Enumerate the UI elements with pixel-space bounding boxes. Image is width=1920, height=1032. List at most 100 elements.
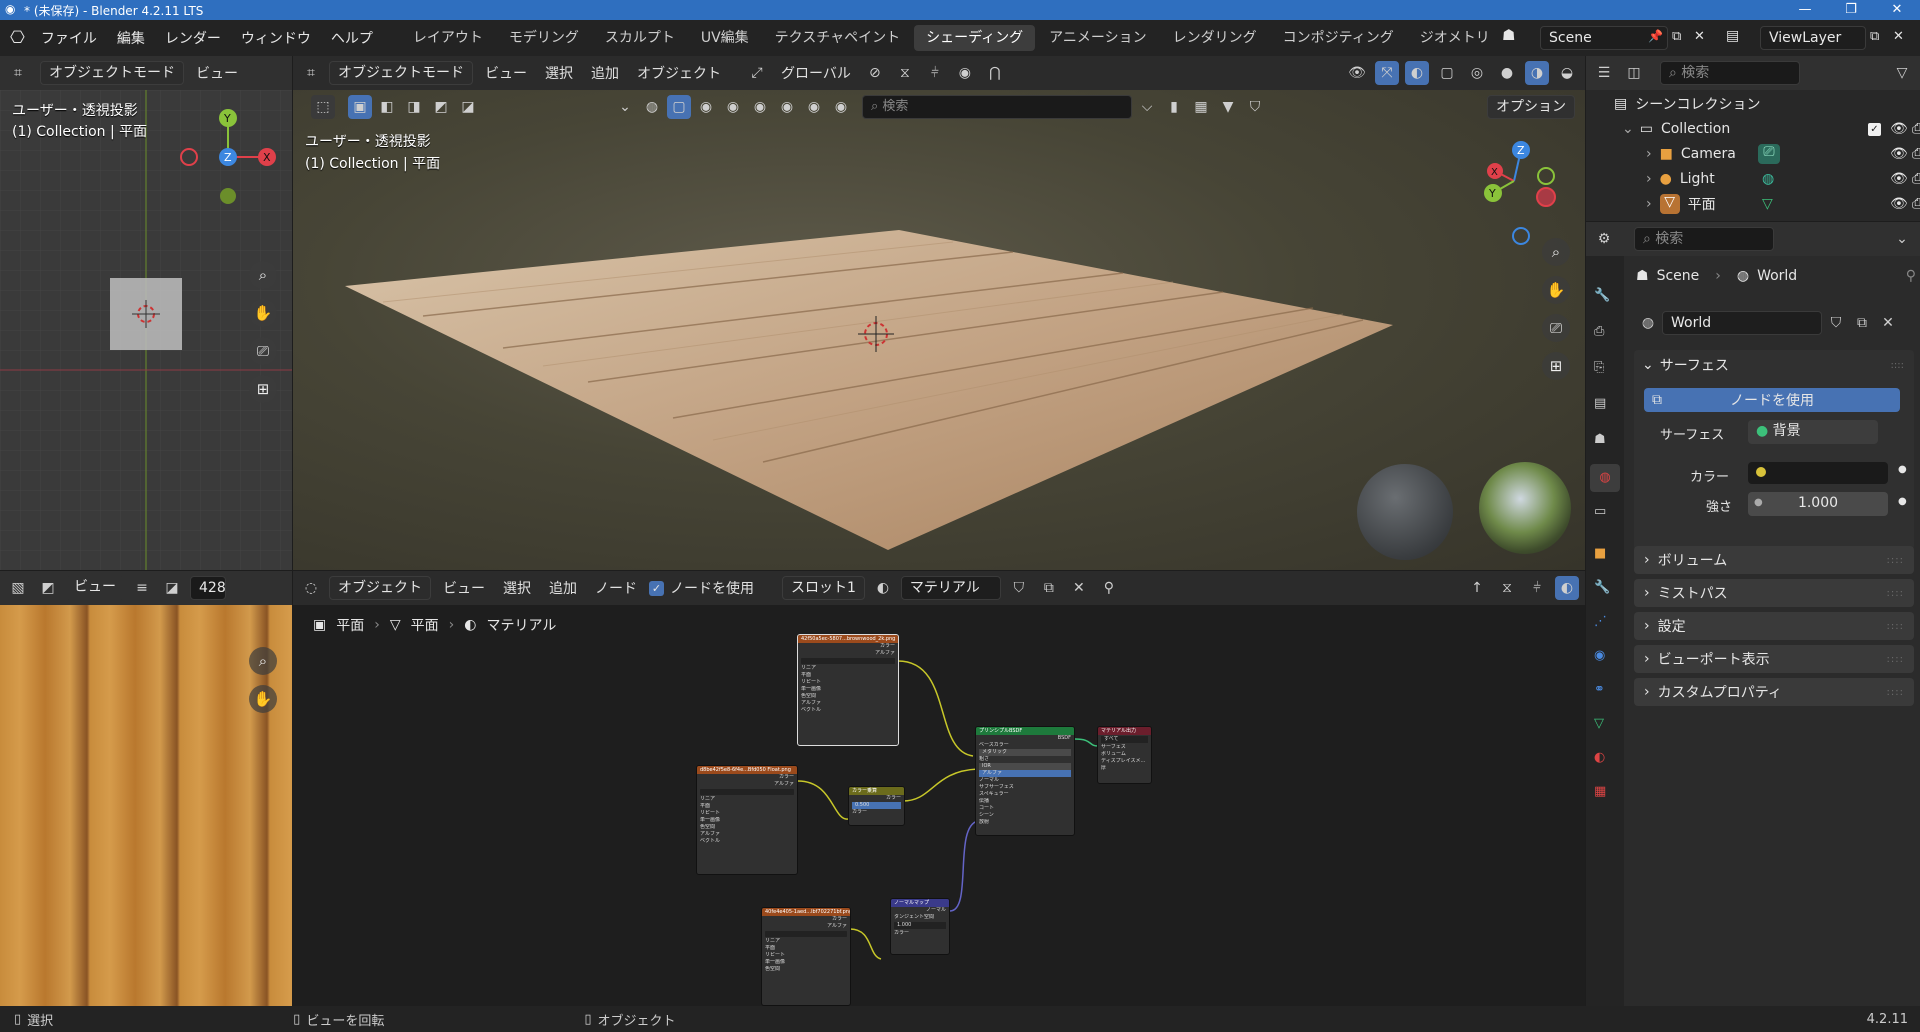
tab-shading[interactable]: シェーディング bbox=[914, 25, 1036, 51]
collection-checkbox[interactable]: ✓ bbox=[1868, 122, 1881, 136]
tab-material-icon[interactable]: ◐ bbox=[1594, 750, 1605, 765]
eye-icon[interactable]: 👁 bbox=[1890, 196, 1908, 212]
shader-node-editor[interactable]: ◌ オブジェクト ビュー 選択 追加 ノード ✓ ノードを使用 スロット1 ◐ … bbox=[293, 571, 1585, 1006]
editor-type-icon[interactable]: ⌗ bbox=[299, 61, 323, 85]
outliner-type-icon[interactable]: ☰ bbox=[1592, 61, 1616, 85]
main-ortho-toggle-icon[interactable]: ⊞ bbox=[1542, 352, 1570, 380]
tab-sculpt[interactable]: スカルプト bbox=[593, 25, 687, 51]
new-viewlayer-icon[interactable]: ⧉ bbox=[1870, 29, 1879, 44]
tab-geometry[interactable]: ジオメトリ bbox=[1408, 25, 1502, 51]
image-view-menu[interactable]: ビュー bbox=[66, 576, 124, 600]
left-3d-viewport[interactable]: ⌗ オブジェクトモード ビュー ユーザー・透視投影 (1) Collection… bbox=[0, 56, 292, 570]
material-preview-shading-icon[interactable]: ◑ bbox=[1525, 61, 1549, 85]
color-swatch[interactable] bbox=[1748, 462, 1888, 484]
gizmo-toggle-icon[interactable]: ⤧ bbox=[1375, 61, 1399, 85]
render-camera-icon[interactable]: ⎙ bbox=[1912, 196, 1920, 212]
left-view-menu[interactable]: ビュー bbox=[190, 63, 244, 83]
eye-icon[interactable]: 👁 bbox=[1890, 171, 1908, 187]
material-output-node[interactable]: マテリアル出力 すべて サーフェス ボリューム ディスプレイスメ... 厚 bbox=[1097, 726, 1152, 784]
zoom-icon[interactable]: ⌕ bbox=[249, 261, 277, 289]
main-menu-select[interactable]: 選択 bbox=[539, 63, 579, 83]
color-multiply-node[interactable]: カラー乗算 カラー 0.500 カラー bbox=[848, 786, 905, 826]
tab-render-icon[interactable]: ⎙ bbox=[1594, 324, 1604, 339]
mesh-data-icon[interactable]: ▽ bbox=[1762, 196, 1773, 212]
image-texture-node-2[interactable]: d8be42f5e8-6f4e...Bfd050 Float.png カラー ア… bbox=[696, 765, 798, 875]
image-texture-node-1[interactable]: 42f50a5ec-5807...brownwood_2k.png カラー アル… bbox=[797, 634, 899, 746]
tab-constraints-icon[interactable]: ⚭ bbox=[1594, 682, 1605, 697]
wireframe-shading-icon[interactable]: ◎ bbox=[1465, 61, 1489, 85]
xray-icon[interactable]: ▢ bbox=[1435, 61, 1459, 85]
menu-help[interactable]: ヘルプ bbox=[321, 28, 383, 48]
main-camera-view-icon[interactable]: ⎚ bbox=[1542, 314, 1570, 342]
unlink-world-icon[interactable]: ✕ bbox=[1876, 311, 1900, 335]
menu-file[interactable]: ファイル bbox=[31, 28, 107, 48]
eye-icon[interactable]: 👁 bbox=[1890, 146, 1908, 162]
keyframe-dot-icon[interactable]: ● bbox=[1898, 496, 1907, 507]
menu-render[interactable]: レンダー bbox=[155, 28, 231, 48]
tab-collection-icon[interactable]: ▭ bbox=[1594, 504, 1606, 519]
outliner-search-input[interactable]: ⌕ 検索 bbox=[1660, 61, 1800, 85]
maximize-button[interactable]: ❐ bbox=[1828, 0, 1874, 20]
pin-icon[interactable]: 📌 bbox=[1648, 29, 1663, 43]
outliner-item-light[interactable]: › ● Light ◍ 👁 ⎙ bbox=[1646, 167, 1920, 191]
image-browse-icon[interactable]: ◪ bbox=[160, 576, 184, 600]
properties-search-input[interactable]: ⌕ 検索 bbox=[1634, 227, 1774, 251]
image-pan-icon[interactable]: ✋ bbox=[249, 685, 277, 713]
main-mode-dropdown[interactable]: オブジェクトモード bbox=[329, 61, 473, 85]
chevron-down-icon[interactable]: ⌄ bbox=[1890, 227, 1914, 251]
world-name-field[interactable]: World bbox=[1662, 311, 1822, 335]
left-mode-dropdown[interactable]: オブジェクトモード bbox=[40, 61, 184, 85]
tab-modeling[interactable]: モデリング bbox=[497, 25, 591, 51]
panel-settings[interactable]: › 設定:::: bbox=[1634, 612, 1914, 640]
blender-menu-icon[interactable]: ⎔ bbox=[10, 28, 25, 48]
pivot-icon[interactable]: ⊘ bbox=[863, 61, 887, 85]
tab-data-icon[interactable]: ▽ bbox=[1594, 716, 1604, 731]
use-nodes-button[interactable]: ⧉ ノードを使用 bbox=[1644, 388, 1900, 412]
snap-icon[interactable]: ⧖ bbox=[893, 61, 917, 85]
camera-data-icon[interactable]: ⎚ bbox=[1758, 144, 1780, 164]
falloff-icon[interactable]: ⋂ bbox=[983, 61, 1007, 85]
remove-viewlayer-icon[interactable]: ✕ bbox=[1893, 29, 1904, 44]
surface-shader-field[interactable]: ● 背景 bbox=[1748, 420, 1878, 444]
panel-viewport-display[interactable]: › ビューポート表示:::: bbox=[1634, 645, 1914, 673]
menu-window[interactable]: ウィンドウ bbox=[231, 28, 321, 48]
main-menu-view[interactable]: ビュー bbox=[479, 63, 533, 83]
light-data-icon[interactable]: ◍ bbox=[1762, 171, 1774, 187]
normal-map-node[interactable]: ノーマルマップ ノーマル タンジェント空間 1.000 カラー bbox=[890, 898, 950, 955]
scene-collection-row[interactable]: ▤ シーンコレクション bbox=[1614, 92, 1761, 116]
image-editor[interactable]: ▧ ◩ ビュー ≡ ◪ 428( ⌕ ✋ bbox=[0, 571, 292, 1006]
minimize-button[interactable]: — bbox=[1782, 0, 1828, 20]
strength-field[interactable]: ● 1.000 bbox=[1748, 492, 1888, 516]
image-editor-type-icon[interactable]: ▧ bbox=[6, 576, 30, 600]
snap-target-icon[interactable]: ⫩ bbox=[923, 61, 947, 85]
tab-view-layer-icon[interactable]: ▤ bbox=[1594, 396, 1606, 411]
close-window-button[interactable]: ✕ bbox=[1874, 0, 1920, 20]
overlay-toggle-icon[interactable]: ◐ bbox=[1405, 61, 1429, 85]
left-navigation-gizmo[interactable]: Y X Z bbox=[175, 102, 285, 212]
camera-view-icon[interactable]: ⎚ bbox=[249, 337, 277, 365]
principled-bsdf-node[interactable]: プリンシプルBSDF BSDF ベースカラー メタリック 粗さ IOR アルファ… bbox=[975, 726, 1075, 836]
main-menu-add[interactable]: 追加 bbox=[585, 63, 625, 83]
fake-user-shield-icon[interactable]: ⛉ bbox=[1824, 311, 1848, 335]
surface-panel-header[interactable]: ⌄ サーフェス :::: bbox=[1634, 350, 1914, 380]
render-camera-icon[interactable]: ⎙ bbox=[1912, 146, 1920, 162]
rendered-shading-icon[interactable]: ◒ bbox=[1555, 61, 1579, 85]
expand-arrow-icon[interactable]: ⌄ bbox=[1622, 121, 1634, 137]
tab-uv-editing[interactable]: UV編集 bbox=[689, 25, 761, 51]
remove-scene-icon[interactable]: ✕ bbox=[1694, 29, 1705, 44]
image-mode-icon[interactable]: ◩ bbox=[36, 576, 60, 600]
solid-shading-icon[interactable]: ● bbox=[1495, 61, 1519, 85]
transform-orientation-icon[interactable]: ⤢ bbox=[745, 61, 769, 85]
tab-rendering[interactable]: レンダリング bbox=[1161, 25, 1269, 51]
keyframe-dot-icon[interactable]: ● bbox=[1898, 464, 1907, 475]
visibility-icon[interactable]: 👁 bbox=[1345, 61, 1369, 85]
tab-texture-icon[interactable]: ▦ bbox=[1594, 784, 1606, 799]
main-pan-hand-icon[interactable]: ✋ bbox=[1542, 276, 1570, 304]
viewlayer-selector[interactable]: ViewLayer bbox=[1760, 26, 1866, 50]
transform-orientation-dropdown[interactable]: グローバル bbox=[775, 63, 857, 83]
render-camera-icon[interactable]: ⎙ bbox=[1912, 121, 1920, 137]
duplicate-world-icon[interactable]: ⧉ bbox=[1850, 311, 1874, 335]
pan-hand-icon[interactable]: ✋ bbox=[249, 299, 277, 327]
viewlayer-icon[interactable]: ▤ bbox=[1726, 28, 1739, 44]
editor-type-icon[interactable]: ⌗ bbox=[6, 61, 30, 85]
